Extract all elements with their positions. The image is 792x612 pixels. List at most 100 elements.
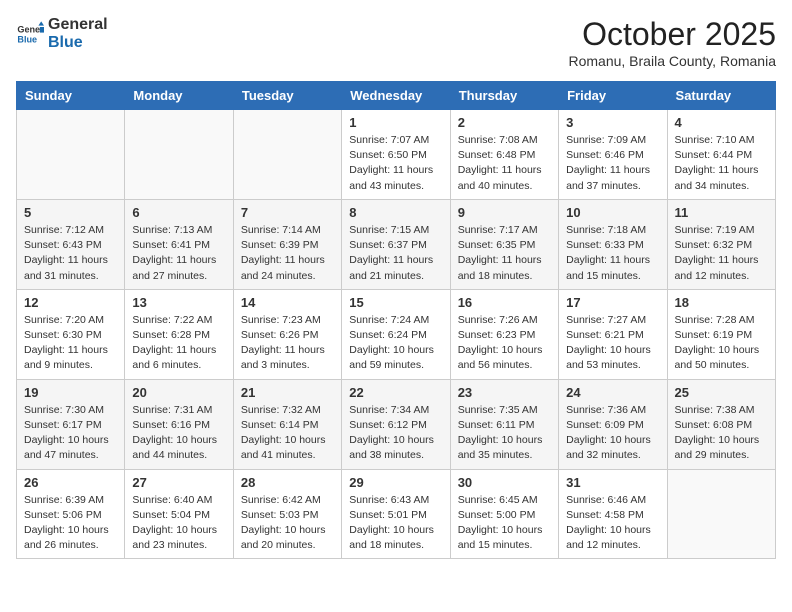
- day-number: 11: [675, 205, 768, 220]
- day-info: Sunrise: 6:40 AM Sunset: 5:04 PM Dayligh…: [132, 493, 225, 554]
- day-info: Sunrise: 7:13 AM Sunset: 6:41 PM Dayligh…: [132, 223, 225, 284]
- day-info: Sunrise: 7:27 AM Sunset: 6:21 PM Dayligh…: [566, 313, 659, 374]
- month-title: October 2025: [568, 16, 776, 53]
- calendar-cell: 13Sunrise: 7:22 AM Sunset: 6:28 PM Dayli…: [125, 289, 233, 379]
- calendar-cell: 10 Sunrise: 7:18 AM Sunset: 6:33 PM Dayli…: [559, 199, 667, 289]
- day-info: Sunrise: 7:38 AM Sunset: 6:08 PM Dayligh…: [675, 403, 768, 464]
- calendar-cell: [125, 110, 233, 200]
- day-info: Sunrise: 7:09 AM Sunset: 6:46 PM Dayligh…: [566, 133, 659, 194]
- calendar-week-row: 19 Sunrise: 7:30 AM Sunset: 6:17 PM Dayli…: [17, 379, 776, 469]
- day-number: 15: [349, 295, 442, 310]
- calendar-cell: 2Sunrise: 7:08 AM Sunset: 6:48 PM Daylig…: [450, 110, 558, 200]
- calendar-cell: 31Sunrise: 6:46 AM Sunset: 4:58 PM Dayli…: [559, 469, 667, 559]
- calendar-cell: 18 Sunrise: 7:28 AM Sunset: 6:19 PM Dayli…: [667, 289, 775, 379]
- calendar-cell: 25 Sunrise: 7:38 AM Sunset: 6:08 PM Dayli…: [667, 379, 775, 469]
- day-number: 4: [675, 115, 768, 130]
- day-number: 31: [566, 475, 659, 490]
- day-info: Sunrise: 7:20 AM Sunset: 6:30 PM Dayligh…: [24, 313, 117, 374]
- day-number: 26: [24, 475, 117, 490]
- calendar-week-row: 1Sunrise: 7:07 AM Sunset: 6:50 PM Daylig…: [17, 110, 776, 200]
- day-info: Sunrise: 7:26 AM Sunset: 6:23 PM Dayligh…: [458, 313, 551, 374]
- day-number: 7: [241, 205, 334, 220]
- calendar-cell: 17Sunrise: 7:27 AM Sunset: 6:21 PM Dayli…: [559, 289, 667, 379]
- calendar-cell: 19 Sunrise: 7:30 AM Sunset: 6:17 PM Dayli…: [17, 379, 125, 469]
- day-info: Sunrise: 7:31 AM Sunset: 6:16 PM Dayligh…: [132, 403, 225, 464]
- calendar-cell: 21Sunrise: 7:32 AM Sunset: 6:14 PM Dayli…: [233, 379, 341, 469]
- calendar-cell: 12 Sunrise: 7:20 AM Sunset: 6:30 PM Dayli…: [17, 289, 125, 379]
- day-number: 5: [24, 205, 117, 220]
- day-number: 24: [566, 385, 659, 400]
- calendar-cell: 4Sunrise: 7:10 AM Sunset: 6:44 PM Daylig…: [667, 110, 775, 200]
- day-info: Sunrise: 7:12 AM Sunset: 6:43 PM Dayligh…: [24, 223, 117, 284]
- day-number: 3: [566, 115, 659, 130]
- day-number: 28: [241, 475, 334, 490]
- day-number: 25: [675, 385, 768, 400]
- day-number: 30: [458, 475, 551, 490]
- calendar-cell: [17, 110, 125, 200]
- calendar-cell: 23Sunrise: 7:35 AM Sunset: 6:11 PM Dayli…: [450, 379, 558, 469]
- day-number: 8: [349, 205, 442, 220]
- day-info: Sunrise: 7:28 AM Sunset: 6:19 PM Dayligh…: [675, 313, 768, 374]
- day-number: 10: [566, 205, 659, 220]
- day-number: 19: [24, 385, 117, 400]
- day-number: 23: [458, 385, 551, 400]
- calendar-table: SundayMondayTuesdayWednesdayThursdayFrid…: [16, 81, 776, 559]
- logo-general-text: General: [48, 16, 108, 34]
- calendar-cell: 15 Sunrise: 7:24 AM Sunset: 6:24 PM Dayli…: [342, 289, 450, 379]
- calendar-cell: [667, 469, 775, 559]
- day-info: Sunrise: 7:34 AM Sunset: 6:12 PM Dayligh…: [349, 403, 442, 464]
- weekday-header-sunday: Sunday: [17, 82, 125, 110]
- calendar-cell: 24 Sunrise: 7:36 AM Sunset: 6:09 PM Dayli…: [559, 379, 667, 469]
- calendar-week-row: 5 Sunrise: 7:12 AM Sunset: 6:43 PM Daylig…: [17, 199, 776, 289]
- weekday-header-saturday: Saturday: [667, 82, 775, 110]
- calendar-cell: 28 Sunrise: 6:42 AM Sunset: 5:03 PM Dayli…: [233, 469, 341, 559]
- day-number: 29: [349, 475, 442, 490]
- day-number: 27: [132, 475, 225, 490]
- day-number: 14: [241, 295, 334, 310]
- calendar-cell: 27 Sunrise: 6:40 AM Sunset: 5:04 PM Dayli…: [125, 469, 233, 559]
- day-number: 2: [458, 115, 551, 130]
- calendar-cell: 16Sunrise: 7:26 AM Sunset: 6:23 PM Dayli…: [450, 289, 558, 379]
- day-info: Sunrise: 7:14 AM Sunset: 6:39 PM Dayligh…: [241, 223, 334, 284]
- day-number: 9: [458, 205, 551, 220]
- weekday-header-thursday: Thursday: [450, 82, 558, 110]
- day-number: 13: [132, 295, 225, 310]
- weekday-header-row: SundayMondayTuesdayWednesdayThursdayFrid…: [17, 82, 776, 110]
- weekday-header-monday: Monday: [125, 82, 233, 110]
- calendar-cell: 9 Sunrise: 7:17 AM Sunset: 6:35 PM Daylig…: [450, 199, 558, 289]
- day-info: Sunrise: 7:15 AM Sunset: 6:37 PM Dayligh…: [349, 223, 442, 284]
- day-info: Sunrise: 7:36 AM Sunset: 6:09 PM Dayligh…: [566, 403, 659, 464]
- calendar-cell: 3 Sunrise: 7:09 AM Sunset: 6:46 PM Daylig…: [559, 110, 667, 200]
- day-info: Sunrise: 6:42 AM Sunset: 5:03 PM Dayligh…: [241, 493, 334, 554]
- day-info: Sunrise: 7:24 AM Sunset: 6:24 PM Dayligh…: [349, 313, 442, 374]
- weekday-header-friday: Friday: [559, 82, 667, 110]
- logo-icon: General Blue: [16, 20, 44, 48]
- calendar-cell: 20Sunrise: 7:31 AM Sunset: 6:16 PM Dayli…: [125, 379, 233, 469]
- day-info: Sunrise: 7:17 AM Sunset: 6:35 PM Dayligh…: [458, 223, 551, 284]
- calendar-cell: 29 Sunrise: 6:43 AM Sunset: 5:01 PM Dayli…: [342, 469, 450, 559]
- day-number: 18: [675, 295, 768, 310]
- calendar-week-row: 12 Sunrise: 7:20 AM Sunset: 6:30 PM Dayli…: [17, 289, 776, 379]
- day-number: 12: [24, 295, 117, 310]
- calendar-cell: 11 Sunrise: 7:19 AM Sunset: 6:32 PM Dayli…: [667, 199, 775, 289]
- calendar-cell: 6Sunrise: 7:13 AM Sunset: 6:41 PM Daylig…: [125, 199, 233, 289]
- day-info: Sunrise: 6:45 AM Sunset: 5:00 PM Dayligh…: [458, 493, 551, 554]
- day-info: Sunrise: 6:43 AM Sunset: 5:01 PM Dayligh…: [349, 493, 442, 554]
- day-info: Sunrise: 7:18 AM Sunset: 6:33 PM Dayligh…: [566, 223, 659, 284]
- calendar-cell: 8 Sunrise: 7:15 AM Sunset: 6:37 PM Daylig…: [342, 199, 450, 289]
- title-area: October 2025 Romanu, Braila County, Roma…: [568, 16, 776, 69]
- svg-text:Blue: Blue: [17, 34, 37, 44]
- calendar-cell: 22Sunrise: 7:34 AM Sunset: 6:12 PM Dayli…: [342, 379, 450, 469]
- weekday-header-wednesday: Wednesday: [342, 82, 450, 110]
- day-info: Sunrise: 7:19 AM Sunset: 6:32 PM Dayligh…: [675, 223, 768, 284]
- logo: General Blue General Blue: [16, 16, 108, 51]
- day-info: Sunrise: 6:39 AM Sunset: 5:06 PM Dayligh…: [24, 493, 117, 554]
- day-info: Sunrise: 7:23 AM Sunset: 6:26 PM Dayligh…: [241, 313, 334, 374]
- calendar-cell: 5 Sunrise: 7:12 AM Sunset: 6:43 PM Daylig…: [17, 199, 125, 289]
- calendar-cell: 26 Sunrise: 6:39 AM Sunset: 5:06 PM Dayli…: [17, 469, 125, 559]
- calendar-cell: 7 Sunrise: 7:14 AM Sunset: 6:39 PM Daylig…: [233, 199, 341, 289]
- day-info: Sunrise: 7:32 AM Sunset: 6:14 PM Dayligh…: [241, 403, 334, 464]
- calendar-cell: 14 Sunrise: 7:23 AM Sunset: 6:26 PM Dayli…: [233, 289, 341, 379]
- logo-blue-text: Blue: [48, 34, 108, 52]
- day-info: Sunrise: 7:30 AM Sunset: 6:17 PM Dayligh…: [24, 403, 117, 464]
